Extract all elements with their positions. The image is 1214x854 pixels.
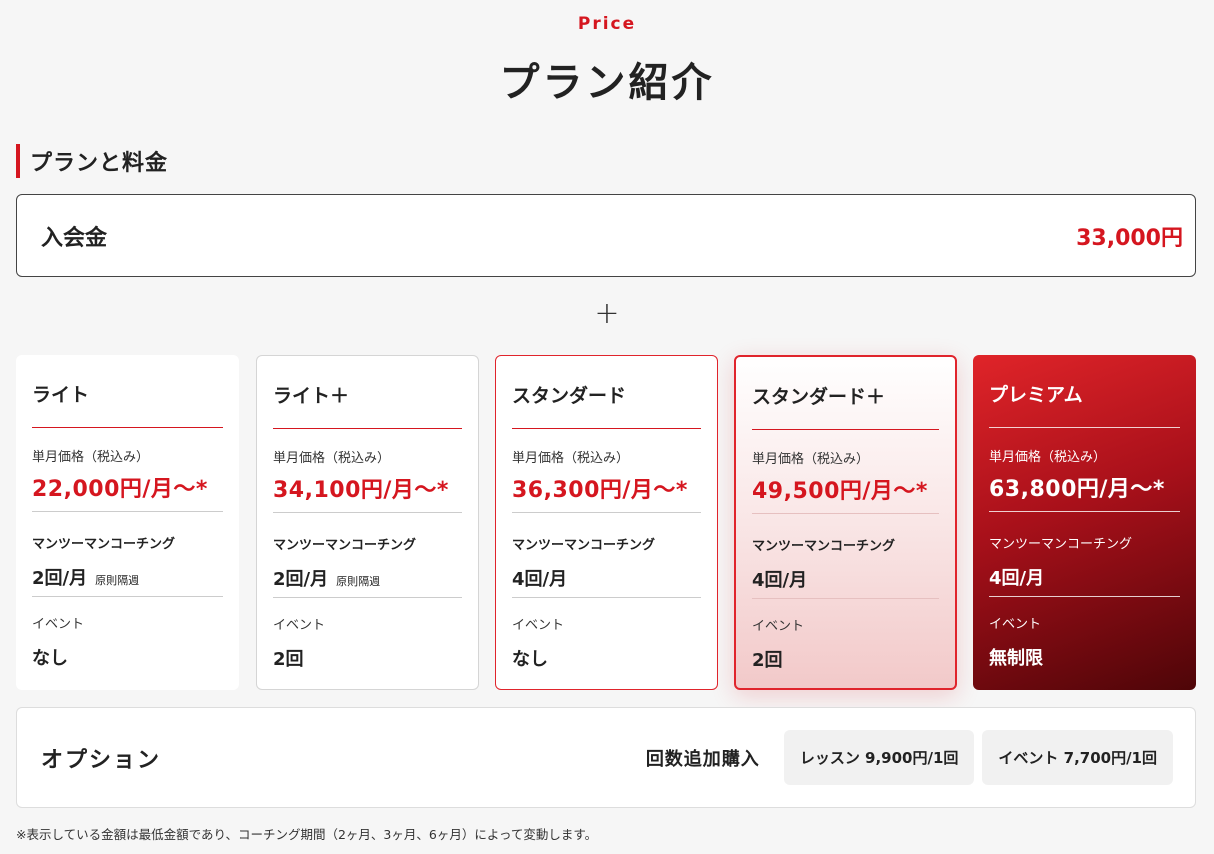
options-purchase: 回数追加購入 レッスン 9,900円/1回 イベント 7,700円/1回 xyxy=(646,730,1173,785)
plus-icon: + xyxy=(594,296,620,331)
coaching-label: マンツーマンコーチング xyxy=(32,537,176,552)
enrollment-fee-label: 入会金 xyxy=(41,225,108,251)
coaching-label: マンツーマンコーチング xyxy=(512,538,656,553)
coaching-label: マンツーマンコーチング xyxy=(752,539,896,554)
section-accent-bar xyxy=(16,144,20,178)
coaching-label: マンツーマンコーチング xyxy=(273,538,417,553)
plan-price: 36,300円/月〜* xyxy=(512,478,688,503)
plan-name: ライト xyxy=(32,355,223,428)
event-label: イベント xyxy=(32,617,85,632)
plan-name: ライト＋ xyxy=(273,356,462,429)
plan-price-block: 単月価格（税込み） 49,500円/月〜* xyxy=(752,430,939,514)
coaching-value: 4回/月 xyxy=(989,564,1180,590)
price-label: 単月価格（税込み） xyxy=(989,450,1107,465)
coaching-value: 2回/月 原則隔週 xyxy=(32,564,223,590)
price-label: 単月価格（税込み） xyxy=(752,452,870,467)
coaching-block: マンツーマンコーチング 2回/月 原則隔週 xyxy=(273,513,462,598)
price-footnote: ※表示している金額は最低金額であり、コーチング期間（2ヶ月、3ヶ月、6ヶ月）によ… xyxy=(16,827,598,842)
coaching-block: マンツーマンコーチング 4回/月 xyxy=(752,514,939,599)
event-block: イベント 2回 xyxy=(752,599,939,672)
option-lesson-chip[interactable]: レッスン 9,900円/1回 xyxy=(783,730,975,785)
options-box: オプション 回数追加購入 レッスン 9,900円/1回 イベント 7,700円/… xyxy=(16,707,1196,808)
coaching-count: 4回/月 xyxy=(512,569,568,590)
event-value: 2回 xyxy=(752,650,783,671)
plan-price-block: 単月価格（税込み） 63,800円/月〜* xyxy=(989,428,1180,512)
event-value: 2回 xyxy=(273,649,304,670)
plan-price-block: 単月価格（税込み） 36,300円/月〜* xyxy=(512,429,701,513)
plan-price-block: 単月価格（税込み） 34,100円/月〜* xyxy=(273,429,462,513)
plan-price: 49,500円/月〜* xyxy=(752,479,928,504)
plan-price: 34,100円/月〜* xyxy=(273,478,449,503)
coaching-note: 原則隔週 xyxy=(336,575,381,588)
event-block: イベント なし xyxy=(32,597,223,670)
plan-price: 63,800円/月〜* xyxy=(989,477,1165,502)
event-value: 無制限 xyxy=(989,648,1043,669)
plan-name: プレミアム xyxy=(989,355,1180,428)
section-heading: プランと料金 xyxy=(16,144,168,178)
event-label: イベント xyxy=(512,618,565,633)
coaching-block: マンツーマンコーチング 4回/月 xyxy=(989,512,1180,597)
event-label: イベント xyxy=(273,618,326,633)
plan-name: スタンダード＋ xyxy=(752,357,939,430)
plan-price-block: 単月価格（税込み） 22,000円/月〜* xyxy=(32,428,223,512)
options-subtitle: 回数追加購入 xyxy=(645,748,760,770)
event-block: イベント 2回 xyxy=(273,598,462,671)
price-label: 単月価格（税込み） xyxy=(512,451,630,466)
price-label: 単月価格（税込み） xyxy=(273,451,391,466)
coaching-count: 2回/月 xyxy=(32,568,88,589)
plan-card-standard-plus[interactable]: スタンダード＋ 単月価格（税込み） 49,500円/月〜* マンツーマンコーチン… xyxy=(734,355,957,690)
enrollment-fee-box: 入会金 33,000円 xyxy=(16,194,1196,277)
option-event-chip[interactable]: イベント 7,700円/1回 xyxy=(982,730,1173,785)
section-eyebrow: Price xyxy=(577,14,637,34)
coaching-value: 2回/月 原則隔週 xyxy=(273,565,462,591)
price-label: 単月価格（税込み） xyxy=(32,450,150,465)
coaching-block: マンツーマンコーチング 2回/月 原則隔週 xyxy=(32,512,223,597)
options-title: オプション xyxy=(41,747,162,773)
coaching-count: 4回/月 xyxy=(752,570,808,591)
coaching-count: 4回/月 xyxy=(989,568,1045,589)
coaching-value: 4回/月 xyxy=(512,565,701,591)
plan-card-premium[interactable]: プレミアム 単月価格（税込み） 63,800円/月〜* マンツーマンコーチング … xyxy=(973,355,1196,690)
plan-name: スタンダード xyxy=(512,356,701,429)
plan-cards: ライト 単月価格（税込み） 22,000円/月〜* マンツーマンコーチング 2回… xyxy=(16,355,1196,690)
coaching-count: 2回/月 xyxy=(273,569,329,590)
plan-card-light-plus[interactable]: ライト＋ 単月価格（税込み） 34,100円/月〜* マンツーマンコーチング 2… xyxy=(256,355,479,690)
event-block: イベント なし xyxy=(512,598,701,671)
event-value: なし xyxy=(32,648,68,669)
coaching-block: マンツーマンコーチング 4回/月 xyxy=(512,513,701,598)
coaching-label: マンツーマンコーチング xyxy=(989,537,1133,552)
plan-price: 22,000円/月〜* xyxy=(32,477,208,502)
coaching-value: 4回/月 xyxy=(752,566,939,592)
event-block: イベント 無制限 xyxy=(989,597,1180,670)
coaching-note: 原則隔週 xyxy=(95,574,140,587)
enrollment-fee-price: 33,000円 xyxy=(1076,225,1183,251)
section-heading-text: プランと料金 xyxy=(30,151,169,176)
plan-card-light[interactable]: ライト 単月価格（税込み） 22,000円/月〜* マンツーマンコーチング 2回… xyxy=(16,355,239,690)
plan-card-standard[interactable]: スタンダード 単月価格（税込み） 36,300円/月〜* マンツーマンコーチング… xyxy=(495,355,718,690)
page-title: プラン紹介 xyxy=(499,60,715,106)
event-label: イベント xyxy=(752,619,805,634)
event-value: なし xyxy=(512,649,548,670)
event-label: イベント xyxy=(989,617,1042,632)
